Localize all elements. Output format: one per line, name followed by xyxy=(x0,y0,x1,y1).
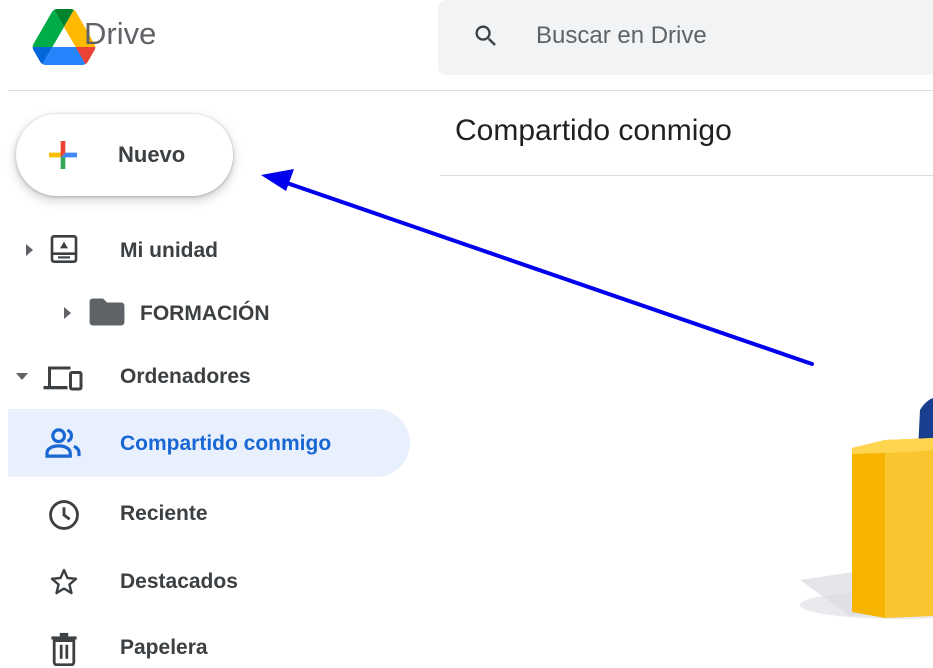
sidebar-item-label: Ordenadores xyxy=(120,365,251,388)
sidebar-item-label: Papelera xyxy=(120,636,208,659)
sidebar-item-recent[interactable]: Reciente xyxy=(8,480,410,548)
new-button-label: Nuevo xyxy=(118,142,186,167)
sidebar-item-starred[interactable]: Destacados xyxy=(8,548,410,616)
shared-people-icon xyxy=(45,428,81,458)
sidebar-item-trash[interactable]: Papelera xyxy=(8,614,410,668)
sidebar-item-label: Compartido conmigo xyxy=(120,432,332,455)
computers-icon xyxy=(43,366,83,391)
sidebar-item-formacion[interactable]: FORMACIÓN xyxy=(8,279,410,347)
sidebar-item-label: FORMACIÓN xyxy=(140,302,270,325)
content-divider xyxy=(440,175,933,176)
new-button[interactable]: Nuevo xyxy=(16,114,233,196)
sidebar-item-label: Mi unidad xyxy=(120,239,218,262)
sidebar-item-shared-with-me[interactable]: Compartido conmigo xyxy=(8,409,410,477)
my-drive-icon xyxy=(50,235,78,263)
sidebar-item-computers[interactable]: Ordenadores xyxy=(8,342,410,410)
header-divider xyxy=(8,90,933,91)
empty-state-illustration xyxy=(800,398,933,619)
expand-arrow-icon[interactable] xyxy=(26,244,33,256)
sidebar-item-label: Destacados xyxy=(120,570,238,593)
folder-icon xyxy=(89,298,125,326)
clock-icon xyxy=(49,500,79,530)
search-icon[interactable] xyxy=(472,22,500,50)
sidebar-item-my-drive[interactable]: Mi unidad xyxy=(8,217,410,285)
app-title: Drive xyxy=(84,16,157,51)
trash-icon xyxy=(51,632,77,666)
search-input[interactable] xyxy=(536,18,916,54)
plus-icon xyxy=(49,141,77,169)
page-title: Compartido conmigo xyxy=(455,114,732,147)
star-icon xyxy=(50,568,78,595)
sidebar-item-label: Reciente xyxy=(120,502,208,525)
drive-page: Drive Nuevo Mi unidad FORM xyxy=(0,0,933,668)
expand-arrow-icon[interactable] xyxy=(64,307,71,319)
collapse-arrow-icon[interactable] xyxy=(16,373,28,380)
